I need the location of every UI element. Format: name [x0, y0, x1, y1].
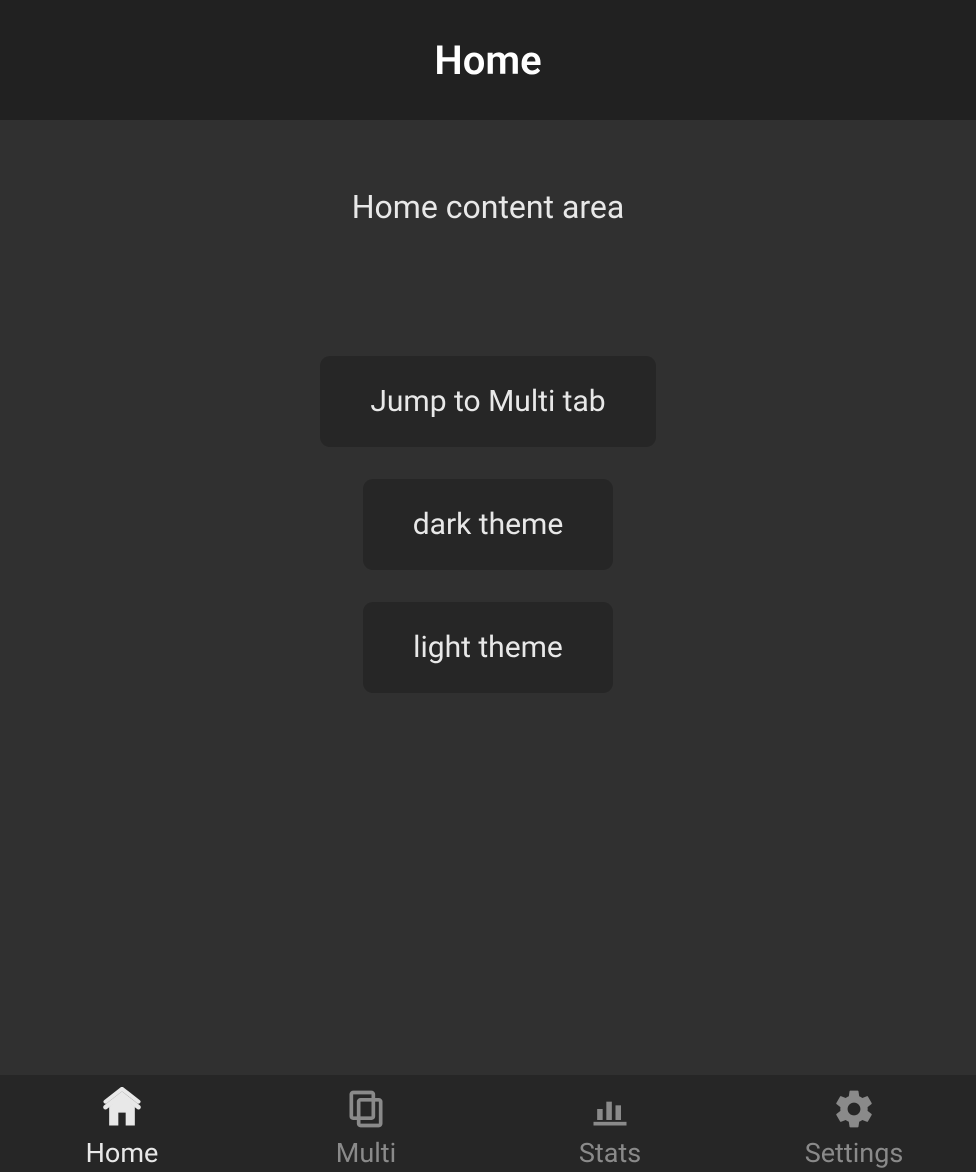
- settings-icon: [832, 1087, 876, 1131]
- bottom-tab-bar: Home Multi Stats Settings: [0, 1075, 976, 1172]
- stats-icon: [588, 1087, 632, 1131]
- multi-icon: [344, 1087, 388, 1131]
- tab-stats-label: Stats: [579, 1137, 641, 1169]
- home-icon: [100, 1087, 144, 1131]
- app-header: Home: [0, 0, 976, 120]
- dark-theme-button[interactable]: dark theme: [363, 479, 614, 570]
- content-description: Home content area: [352, 188, 625, 226]
- tab-settings[interactable]: Settings: [774, 1087, 934, 1169]
- tab-multi[interactable]: Multi: [286, 1087, 446, 1169]
- content-area: Home content area Jump to Multi tab dark…: [0, 120, 976, 1075]
- page-title: Home: [434, 37, 541, 84]
- tab-home-label: Home: [86, 1137, 159, 1169]
- tab-multi-label: Multi: [336, 1137, 396, 1169]
- jump-to-multi-button[interactable]: Jump to Multi tab: [320, 356, 655, 447]
- tab-home[interactable]: Home: [42, 1087, 202, 1169]
- tab-settings-label: Settings: [805, 1137, 904, 1169]
- tab-stats[interactable]: Stats: [530, 1087, 690, 1169]
- light-theme-button[interactable]: light theme: [363, 602, 613, 693]
